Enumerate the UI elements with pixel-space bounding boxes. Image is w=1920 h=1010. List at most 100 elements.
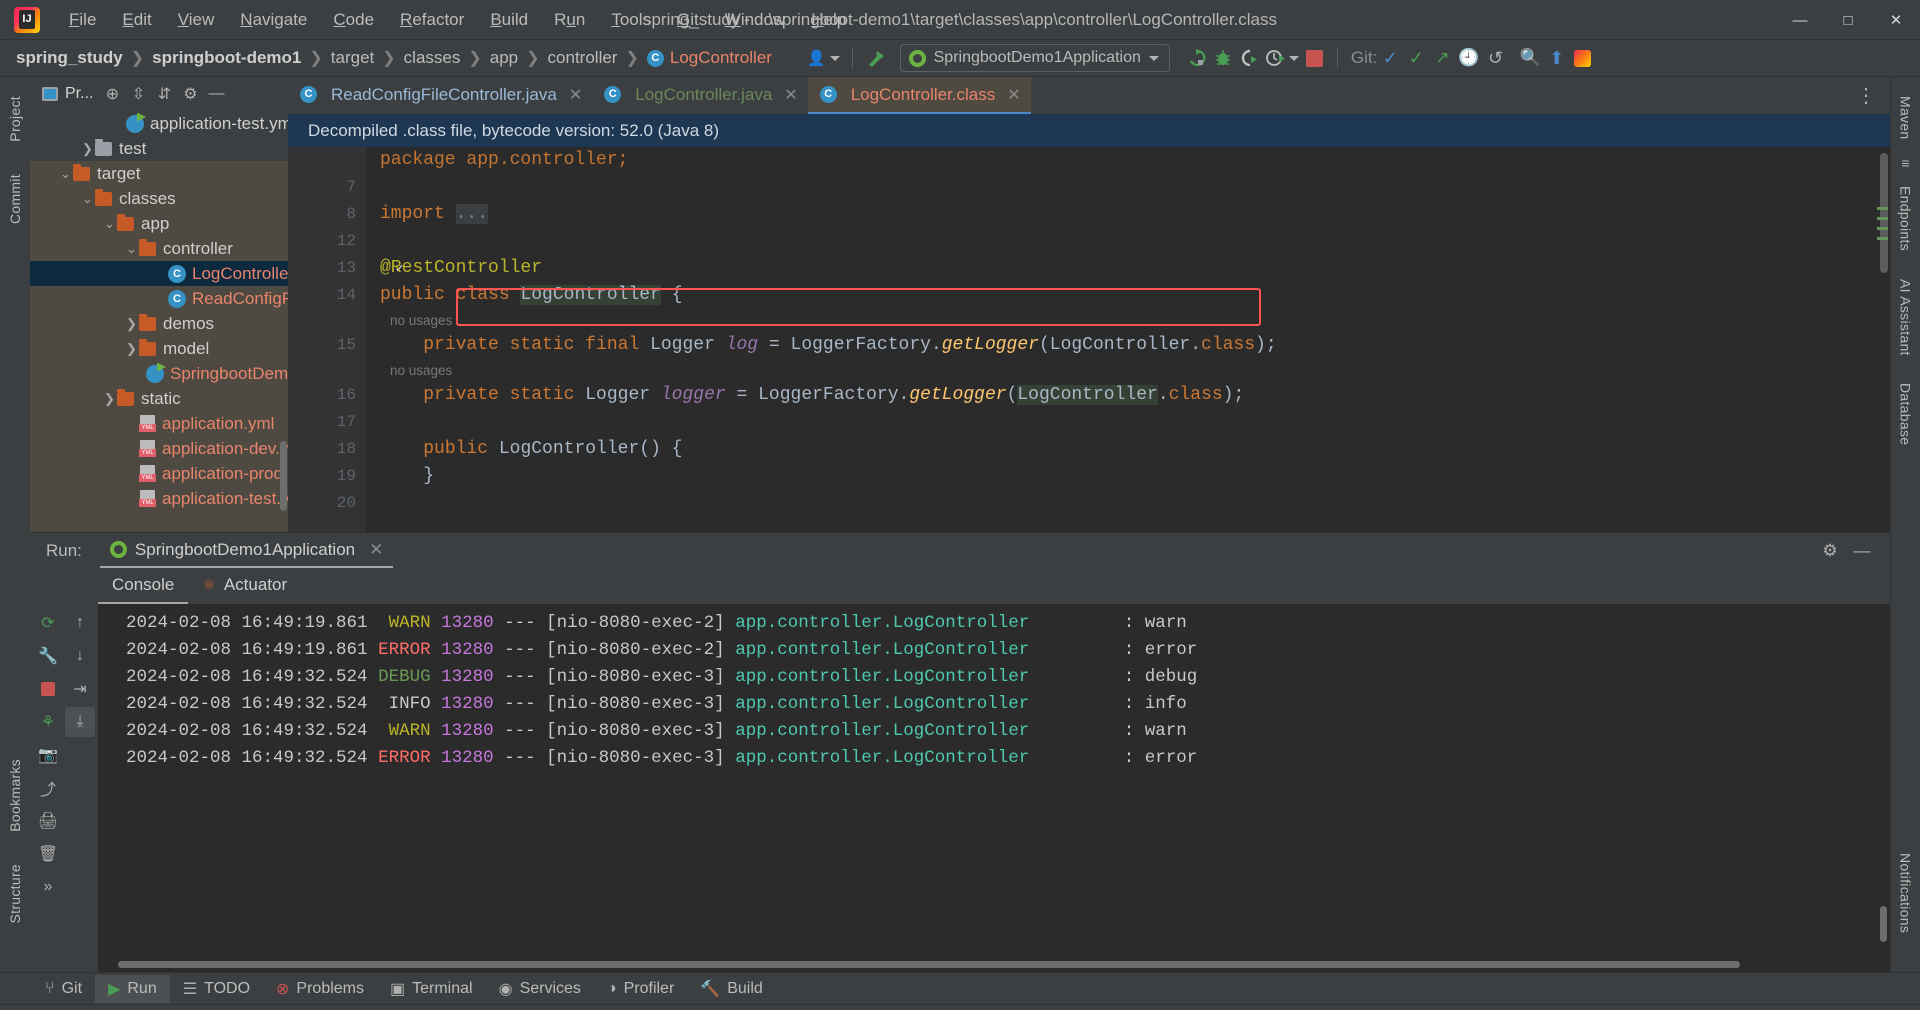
minimize-button[interactable]: — xyxy=(1776,0,1824,40)
menu-run[interactable]: Run xyxy=(541,6,598,34)
sidebar-item-structure[interactable]: Structure xyxy=(3,855,27,933)
code-text-column[interactable]: package app.controller; import ... @Rest… xyxy=(366,147,1890,532)
maximize-button[interactable]: □ xyxy=(1824,0,1872,40)
chevron-down-icon[interactable]: ⌄ xyxy=(58,166,73,182)
project-panel-title[interactable]: Pr... xyxy=(36,82,99,106)
stop-icon[interactable] xyxy=(1302,45,1328,71)
tree-node-springbootdemo1application[interactable]: SpringbootDemo1A xyxy=(30,361,288,386)
profiler-icon[interactable] xyxy=(1262,45,1302,71)
git-update-icon[interactable]: ✓ xyxy=(1377,45,1403,71)
run-config-tab[interactable]: SpringbootDemo1Application ✕ xyxy=(99,534,394,568)
breadcrumb-project[interactable]: spring_study xyxy=(12,46,127,70)
sidebar-item-ai-assistant[interactable]: AI Assistant xyxy=(1894,270,1918,365)
breadcrumb-class[interactable]: C LogController xyxy=(643,46,776,70)
menu-help[interactable]: Help xyxy=(798,6,859,34)
chevron-right-icon[interactable]: ❯ xyxy=(102,391,117,407)
expand-all-icon[interactable]: ⇳ xyxy=(125,82,151,106)
collapse-all-icon[interactable]: ⇵ xyxy=(151,82,177,106)
tree-node-model[interactable]: ❯ model xyxy=(30,336,288,361)
settings-gear-icon[interactable]: ⚙ xyxy=(177,82,203,106)
close-icon[interactable]: ✕ xyxy=(569,85,582,105)
console-vertical-scrollbar[interactable] xyxy=(1880,906,1887,942)
tree-node-application-dev-yml[interactable]: application-dev.yml xyxy=(30,436,288,461)
breadcrumb-classes[interactable]: classes xyxy=(400,46,465,70)
upload-icon[interactable]: ⬆ xyxy=(1544,45,1570,71)
toolwindow-build[interactable]: 🔨 Build xyxy=(687,975,776,1003)
chevron-right-icon[interactable]: ❯ xyxy=(124,341,139,357)
project-tree-scrollbar[interactable] xyxy=(280,441,287,511)
sidebar-item-bookmarks[interactable]: Bookmarks xyxy=(3,750,27,841)
console-output[interactable]: 2024-02-08 16:49:19.861 WARN 13280 --- [… xyxy=(98,604,1890,972)
marker-stripe[interactable] xyxy=(1877,207,1888,210)
close-icon[interactable]: ✕ xyxy=(784,85,797,105)
debug-icon[interactable] xyxy=(1210,45,1236,71)
menu-code[interactable]: Code xyxy=(320,6,387,34)
chevron-down-icon[interactable]: ⌄ xyxy=(80,191,95,207)
menu-refactor[interactable]: Refactor xyxy=(387,6,477,34)
menu-navigate[interactable]: Navigate xyxy=(227,6,320,34)
tree-node-application-test-yml[interactable]: application-test.yml xyxy=(30,486,288,511)
tree-node-readconfigfilecontroller[interactable]: C ReadConfigFileC xyxy=(30,286,288,311)
tree-node-application-yml[interactable]: application.yml xyxy=(30,411,288,436)
menu-git[interactable]: Git xyxy=(664,6,712,34)
tree-node-app[interactable]: ⌄ app xyxy=(30,211,288,236)
gear-icon[interactable]: ⚙ xyxy=(1816,538,1844,564)
toolwindow-todo[interactable]: ☰ TODO xyxy=(170,975,263,1003)
tab-console[interactable]: Console xyxy=(98,568,189,604)
editor-gutter[interactable]: 7 8 12 13 14 15 16 17 18 19 20 xyxy=(288,147,366,532)
sidebar-item-maven[interactable]: Maven xyxy=(1894,87,1918,149)
tree-node-application-test-yml-top[interactable]: application-test.yml xyxy=(30,111,288,136)
tree-node-classes[interactable]: ⌄ classes xyxy=(30,186,288,211)
tab-readconfigfilecontroller-java[interactable]: C ReadConfigFileController.java ✕ xyxy=(288,77,592,114)
trash-icon[interactable]: 🗑 xyxy=(33,839,63,869)
editor-scrollbar[interactable] xyxy=(1880,153,1888,273)
breadcrumb-controller[interactable]: controller xyxy=(544,46,622,70)
coverage-icon[interactable] xyxy=(1236,45,1262,71)
rerun-icon[interactable] xyxy=(1184,45,1210,71)
breadcrumb-module[interactable]: springboot-demo1 xyxy=(148,46,305,70)
tree-node-controller[interactable]: ⌄ controller xyxy=(30,236,288,261)
marker-stripe[interactable] xyxy=(1877,227,1888,230)
toolwindow-git[interactable]: ⑂ Git xyxy=(32,976,95,1002)
toolwindow-terminal[interactable]: ▣ Terminal xyxy=(377,975,486,1003)
sidebar-item-notifications[interactable]: Notifications xyxy=(1894,844,1918,942)
chevron-right-icon[interactable]: ❯ xyxy=(80,141,95,157)
chevron-right-icon[interactable]: ❯ xyxy=(124,316,139,332)
toolwindow-profiler[interactable]: ◑ Profiler xyxy=(594,976,687,1002)
wrench-icon[interactable]: 🔧 xyxy=(33,641,63,671)
sidebar-item-project[interactable]: Project xyxy=(3,87,27,151)
menu-window[interactable]: Window xyxy=(712,6,798,34)
tab-logcontroller-java[interactable]: C LogController.java ✕ xyxy=(592,77,807,114)
sidebar-item-endpoints[interactable]: Endpoints xyxy=(1894,177,1918,260)
chevron-down-icon[interactable]: ⌄ xyxy=(124,241,139,257)
menu-view[interactable]: View xyxy=(165,6,228,34)
history-icon[interactable]: 🕘 xyxy=(1455,45,1482,71)
user-group-icon[interactable]: 👤 xyxy=(804,45,843,71)
ide-feature-icon[interactable] xyxy=(1570,45,1596,71)
tab-logcontroller-class[interactable]: C LogController.class ✕ xyxy=(807,77,1031,114)
stop-icon[interactable] xyxy=(33,674,63,704)
rerun-icon[interactable]: ⟳ xyxy=(33,608,63,638)
chevron-down-icon[interactable]: ⌄ xyxy=(102,216,117,232)
hammer-icon[interactable] xyxy=(862,45,890,71)
hide-panel-icon[interactable]: — xyxy=(203,82,229,106)
menu-file[interactable]: File xyxy=(56,6,109,34)
rollback-icon[interactable]: ↺ xyxy=(1483,45,1509,71)
menu-build[interactable]: Build xyxy=(477,6,541,34)
menu-tools[interactable]: Tools xyxy=(598,6,664,34)
git-commit-icon[interactable]: ✓ xyxy=(1403,45,1429,71)
console-horizontal-scrollbar[interactable] xyxy=(118,961,1740,968)
toolwindow-problems[interactable]: ⊗ Problems xyxy=(263,975,377,1003)
tree-node-logcontroller[interactable]: C LogController xyxy=(30,261,288,286)
toolwindow-run[interactable]: ▶ Run xyxy=(95,974,170,1003)
close-button[interactable]: ✕ xyxy=(1872,0,1920,40)
project-tree[interactable]: application-test.yml ❯ test ⌄ target ⌄ c… xyxy=(30,111,288,532)
tree-node-static[interactable]: ❯ static xyxy=(30,386,288,411)
print-icon[interactable]: 🖨 xyxy=(33,806,63,836)
run-configuration-selector[interactable]: SpringbootDemo1Application xyxy=(899,44,1170,72)
locate-icon[interactable]: ⊕ xyxy=(99,82,125,106)
scroll-to-end-icon[interactable]: ⤓ xyxy=(65,707,95,737)
breadcrumb-app[interactable]: app xyxy=(486,46,522,70)
close-icon[interactable]: ✕ xyxy=(1007,85,1020,105)
breadcrumb-target[interactable]: target xyxy=(327,46,378,70)
